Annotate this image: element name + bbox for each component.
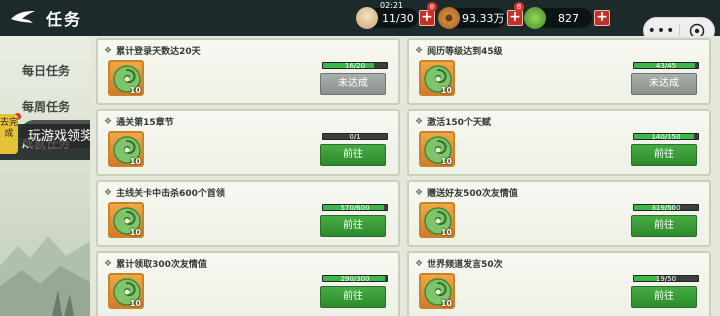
task-title: 通关第15章节 (116, 118, 174, 128)
task-action-button[interactable]: 未达成 (631, 73, 697, 95)
reward-quantity: 10 (129, 299, 141, 308)
reward-item[interactable]: 10 (419, 60, 455, 96)
tab-daily-label: 每日任务 (22, 63, 71, 78)
reward-item[interactable]: 10 (419, 202, 455, 238)
jade-value: 827 (558, 11, 579, 25)
diamond-bullet-icon: ❖ (415, 116, 424, 127)
tab-weekly-label: 每周任务 (22, 99, 71, 114)
task-progress-bar: 140/150 (633, 133, 699, 141)
task-title: 累计登录天数达20天 (116, 47, 201, 57)
mountain-scenery-icon (0, 236, 90, 316)
diamond-bullet-icon: ❖ (104, 116, 113, 127)
add-coin-button[interactable]: + (507, 10, 523, 26)
task-action-button[interactable]: 前往 (320, 215, 386, 237)
task-card: ❖ 世界频道发言50次 10 19/50 前往 (407, 251, 711, 316)
task-progress-bar: 319/500 (633, 204, 699, 212)
reward-item[interactable]: 10 (419, 131, 455, 167)
task-card: ❖ 通关第15章节 10 0/1 前往 (96, 109, 400, 176)
diamond-bullet-icon: ❖ (415, 187, 424, 198)
task-progress-bar: 19/50 (633, 275, 699, 283)
task-action-button[interactable]: 前往 (631, 144, 697, 166)
diamond-bullet-icon: ❖ (104, 258, 113, 269)
reward-quantity: 10 (129, 86, 141, 95)
copper-coin-icon (438, 7, 460, 29)
task-title-row: ❖ 通关第15章节 (104, 115, 174, 129)
task-title-row: ❖ 世界频道发言50次 (415, 257, 503, 271)
task-title-row: ❖ 累计登录天数达20天 (104, 44, 201, 58)
reward-item[interactable]: 10 (419, 273, 455, 309)
coin-badge: 8 (427, 2, 437, 12)
task-progress-bar: 0/1 (322, 133, 388, 141)
task-title: 世界频道发言50次 (427, 260, 503, 270)
task-action-button[interactable]: 未达成 (320, 73, 386, 95)
coin-display: 93.33万 (438, 7, 506, 29)
tab-daily-tasks[interactable]: 每日任务 (0, 52, 90, 88)
diamond-bullet-icon: ❖ (415, 45, 424, 56)
reward-quantity: 10 (440, 299, 452, 308)
reward-quantity: 10 (129, 157, 141, 166)
add-jade-button[interactable]: + (594, 10, 610, 26)
task-card: ❖ 激活150个天赋 10 140/150 前往 (407, 109, 711, 176)
task-title-row: ❖ 阅历等级达到45级 (415, 44, 503, 58)
task-title-row: ❖ 累计领取300次友情值 (104, 257, 207, 271)
reward-item[interactable]: 10 (108, 202, 144, 238)
diamond-bullet-icon: ❖ (104, 45, 113, 56)
stamina-value: 11/30 (382, 11, 414, 25)
progress-text: 319/500 (651, 204, 681, 212)
task-title: 阅历等级达到45级 (427, 47, 503, 57)
steamed-bun-icon (356, 7, 378, 29)
task-action-button[interactable]: 前往 (631, 215, 697, 237)
diamond-bullet-icon: ❖ (104, 187, 113, 198)
task-list[interactable]: ❖ 累计登录天数达20天 10 16/20 未达成 ❖ 阅历等级达到45级 10… (90, 36, 720, 316)
task-title-row: ❖ 主线关卡中击杀600个首领 (104, 186, 225, 200)
swallow-back-icon (10, 8, 36, 28)
progress-text: 43/45 (655, 62, 677, 70)
reward-quantity: 10 (440, 86, 452, 95)
jade-display: 827 (524, 7, 592, 29)
sidebar: 每日任务 每周任务 成就任务 (0, 36, 90, 316)
task-title: 激活150个天赋 (427, 118, 491, 128)
task-action-button[interactable]: 前往 (320, 286, 386, 308)
task-title: 主线关卡中击杀600个首领 (116, 189, 225, 199)
jade-badge: 8 (514, 2, 524, 12)
reward-item[interactable]: 10 (108, 131, 144, 167)
progress-text: 140/150 (651, 133, 681, 141)
task-action-button[interactable]: 前往 (320, 144, 386, 166)
progress-text: 290/300 (340, 275, 370, 283)
task-title-row: ❖ 激活150个天赋 (415, 115, 491, 129)
stamina-display: 11/30 (356, 7, 418, 29)
diamond-bullet-icon: ❖ (415, 258, 424, 269)
progress-text: 19/50 (655, 275, 677, 283)
task-action-button[interactable]: 前往 (631, 286, 697, 308)
reward-item[interactable]: 10 (108, 60, 144, 96)
task-progress-bar: 570/600 (322, 204, 388, 212)
progress-text: 0/1 (349, 133, 361, 141)
back-button[interactable]: 任务 (0, 0, 100, 36)
task-progress-bar: 43/45 (633, 62, 699, 70)
task-progress-bar: 290/300 (322, 275, 388, 283)
reward-item[interactable]: 10 (108, 273, 144, 309)
task-card: ❖ 累计登录天数达20天 10 16/20 未达成 (96, 38, 400, 105)
page-title: 任务 (46, 10, 83, 29)
reward-quantity: 10 (440, 157, 452, 166)
task-title-row: ❖ 赠送好友500次友情值 (415, 186, 518, 200)
task-card: ❖ 阅历等级达到45级 10 43/45 未达成 (407, 38, 711, 105)
reward-quantity: 10 (129, 228, 141, 237)
reward-quantity: 10 (440, 228, 452, 237)
task-card: ❖ 累计领取300次友情值 10 290/300 前往 (96, 251, 400, 316)
task-title: 赠送好友500次友情值 (427, 189, 518, 199)
task-title: 累计领取300次友情值 (116, 260, 207, 270)
task-card: ❖ 赠送好友500次友情值 10 319/500 前往 (407, 180, 711, 247)
jade-icon (524, 7, 546, 29)
go-complete-tag[interactable]: 去完成 (0, 114, 18, 154)
coin-value: 93.33万 (462, 12, 505, 25)
task-progress-bar: 16/20 (322, 62, 388, 70)
progress-text: 16/20 (344, 62, 366, 70)
progress-text: 570/600 (340, 204, 370, 212)
top-bar: 任务 02:21 11/30 + 93.33万 + 8 827 + 8 ••• (0, 0, 720, 44)
add-stamina-button[interactable]: + (419, 10, 435, 26)
task-card: ❖ 主线关卡中击杀600个首领 10 570/600 前往 (96, 180, 400, 247)
